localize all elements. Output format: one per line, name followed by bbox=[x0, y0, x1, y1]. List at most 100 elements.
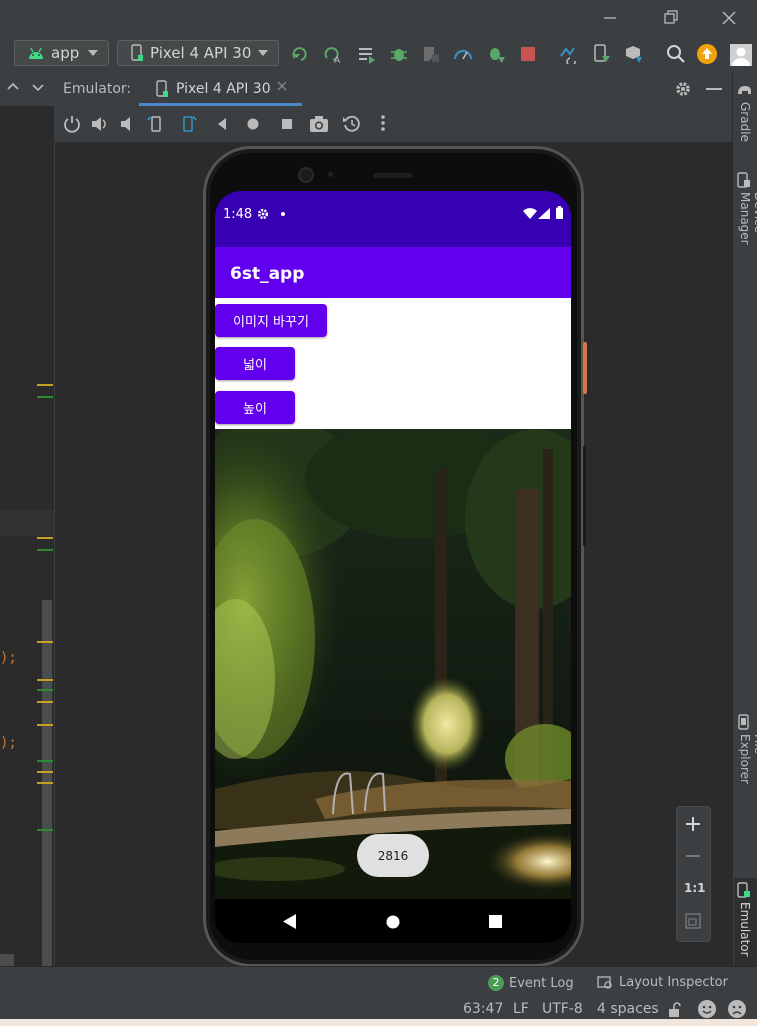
stop-icon[interactable] bbox=[518, 44, 538, 64]
chevron-down-icon bbox=[88, 50, 98, 56]
sdk-manager-icon[interactable] bbox=[624, 44, 644, 64]
debug-bug-icon[interactable] bbox=[389, 44, 409, 64]
android-nav-bar bbox=[215, 899, 571, 943]
close-window-icon[interactable] bbox=[718, 8, 740, 28]
main-toolbar: app Pixel 4 API 30 A bbox=[0, 36, 757, 73]
editor-gutter-header bbox=[0, 72, 54, 106]
settings-gear-icon[interactable] bbox=[674, 80, 692, 98]
earpiece-speaker bbox=[373, 173, 413, 178]
sad-face-icon[interactable] bbox=[727, 999, 747, 1019]
tool-tab-device-file-explorer-label: Device File Explorer bbox=[738, 734, 757, 784]
change-marker bbox=[37, 701, 53, 703]
nav-back-icon[interactable] bbox=[283, 914, 297, 929]
code-editor-fragment[interactable]: ); ); bbox=[0, 106, 54, 966]
search-icon[interactable] bbox=[666, 44, 686, 64]
nav-home-icon[interactable] bbox=[386, 915, 400, 929]
width-button[interactable]: 넓이 bbox=[215, 347, 295, 380]
restore-icon[interactable] bbox=[660, 8, 682, 28]
chevron-down-icon bbox=[258, 50, 268, 56]
emulator-panel-label: Emulator: bbox=[63, 81, 132, 97]
change-marker bbox=[37, 396, 53, 398]
overview-icon[interactable] bbox=[281, 118, 293, 130]
happy-face-icon[interactable] bbox=[697, 999, 717, 1019]
snapshot-history-icon[interactable] bbox=[342, 114, 362, 134]
emulator-icon bbox=[736, 882, 752, 898]
user-avatar-icon[interactable] bbox=[730, 44, 752, 66]
android-status-bar: 1:48 bbox=[215, 191, 571, 247]
event-log-button[interactable]: 2 Event Log bbox=[488, 975, 574, 991]
power-side-button[interactable] bbox=[583, 342, 587, 394]
apply-code-changes-icon[interactable]: A bbox=[323, 44, 343, 64]
minimize-icon[interactable] bbox=[599, 8, 621, 28]
tab-pixel4-api30[interactable]: Pixel 4 API 30 bbox=[139, 72, 302, 106]
more-options-icon[interactable] bbox=[381, 114, 385, 132]
hide-panel-icon[interactable] bbox=[706, 88, 722, 91]
close-tab-icon[interactable] bbox=[277, 81, 287, 91]
rotate-right-icon[interactable] bbox=[178, 114, 198, 134]
profiler-gauge-icon[interactable] bbox=[453, 44, 473, 64]
zoom-out-icon[interactable] bbox=[686, 855, 700, 857]
change-image-button[interactable]: 이미지 바꾸기 bbox=[215, 304, 327, 337]
unlock-icon[interactable] bbox=[668, 1002, 682, 1018]
back-icon[interactable] bbox=[215, 117, 229, 131]
change-marker bbox=[37, 829, 53, 831]
volume-side-button[interactable] bbox=[583, 446, 586, 546]
nav-overview-icon[interactable] bbox=[489, 915, 502, 928]
window-title-bar bbox=[0, 0, 757, 36]
zoom-1to1-button[interactable]: 1:1 bbox=[684, 881, 706, 895]
change-marker bbox=[37, 679, 53, 681]
layout-inspector-button[interactable]: Layout Inspector bbox=[597, 975, 728, 990]
zoom-in-icon[interactable] bbox=[686, 817, 700, 831]
indent-setting[interactable]: 4 spaces bbox=[597, 1001, 659, 1017]
file-encoding[interactable]: UTF-8 bbox=[542, 1001, 583, 1017]
change-marker bbox=[37, 771, 53, 773]
event-log-count-badge: 2 bbox=[488, 975, 504, 991]
line-separator[interactable]: LF bbox=[513, 1001, 529, 1017]
run-config-dropdown[interactable]: app bbox=[14, 40, 109, 66]
device-dropdown[interactable]: Pixel 4 API 30 bbox=[117, 40, 279, 66]
code-line-tail: ); bbox=[0, 650, 17, 666]
update-arrow-icon[interactable] bbox=[697, 44, 717, 64]
layout-inspector-label: Layout Inspector bbox=[619, 975, 728, 990]
apply-changes-restart-icon[interactable] bbox=[291, 44, 311, 64]
cursor-position[interactable]: 63:47 bbox=[463, 1001, 503, 1017]
emulator-controls-toolbar bbox=[55, 106, 732, 142]
tab-label: Pixel 4 API 30 bbox=[176, 81, 271, 97]
front-camera bbox=[300, 169, 312, 181]
code-line-tail: ); bbox=[0, 735, 17, 751]
horizontal-scrollbar[interactable] bbox=[0, 954, 14, 966]
phone-device-icon bbox=[130, 44, 144, 62]
attach-debugger-icon[interactable] bbox=[421, 44, 441, 64]
change-marker bbox=[37, 549, 53, 551]
cell-signal-icon bbox=[538, 208, 550, 219]
sync-gradle-icon[interactable] bbox=[558, 44, 578, 64]
rotate-left-icon[interactable] bbox=[146, 114, 166, 134]
change-marker bbox=[37, 760, 53, 762]
fit-screen-icon[interactable] bbox=[685, 913, 701, 929]
tool-tab-device-manager[interactable]: Device Manager bbox=[736, 172, 757, 245]
device-file-explorer-icon bbox=[736, 714, 752, 730]
toast-message: 2816 bbox=[357, 834, 429, 877]
zoom-controls: 1:1 bbox=[676, 806, 711, 942]
camera-screenshot-icon[interactable] bbox=[309, 115, 329, 133]
tool-tab-device-file-explorer[interactable]: Device File Explorer bbox=[736, 714, 757, 784]
tool-tab-gradle[interactable]: Gradle bbox=[736, 82, 752, 142]
height-button[interactable]: 높이 bbox=[215, 391, 295, 424]
phone-screen[interactable]: 1:48 6st_app 이미지 바꾸기 넓이 높이 2816 bbox=[215, 191, 571, 943]
tool-tab-emulator[interactable]: Emulator bbox=[734, 878, 757, 966]
wifi-icon bbox=[523, 208, 537, 219]
device-label: Pixel 4 API 30 bbox=[150, 44, 252, 62]
settings-gear-icon bbox=[257, 208, 269, 220]
chevron-up-icon[interactable] bbox=[7, 82, 19, 90]
power-icon[interactable] bbox=[63, 115, 81, 133]
attach-process-bug-icon[interactable] bbox=[486, 44, 506, 64]
current-line-highlight bbox=[0, 510, 54, 536]
chevron-down-icon[interactable] bbox=[32, 84, 44, 92]
app-title: 6st_app bbox=[230, 264, 305, 284]
volume-up-icon[interactable] bbox=[90, 115, 108, 133]
home-icon[interactable] bbox=[247, 118, 259, 130]
tool-tab-emulator-label: Emulator bbox=[738, 902, 752, 957]
avd-manager-icon[interactable] bbox=[592, 44, 612, 64]
volume-down-icon[interactable] bbox=[118, 115, 136, 133]
run-list-icon[interactable] bbox=[357, 44, 377, 64]
